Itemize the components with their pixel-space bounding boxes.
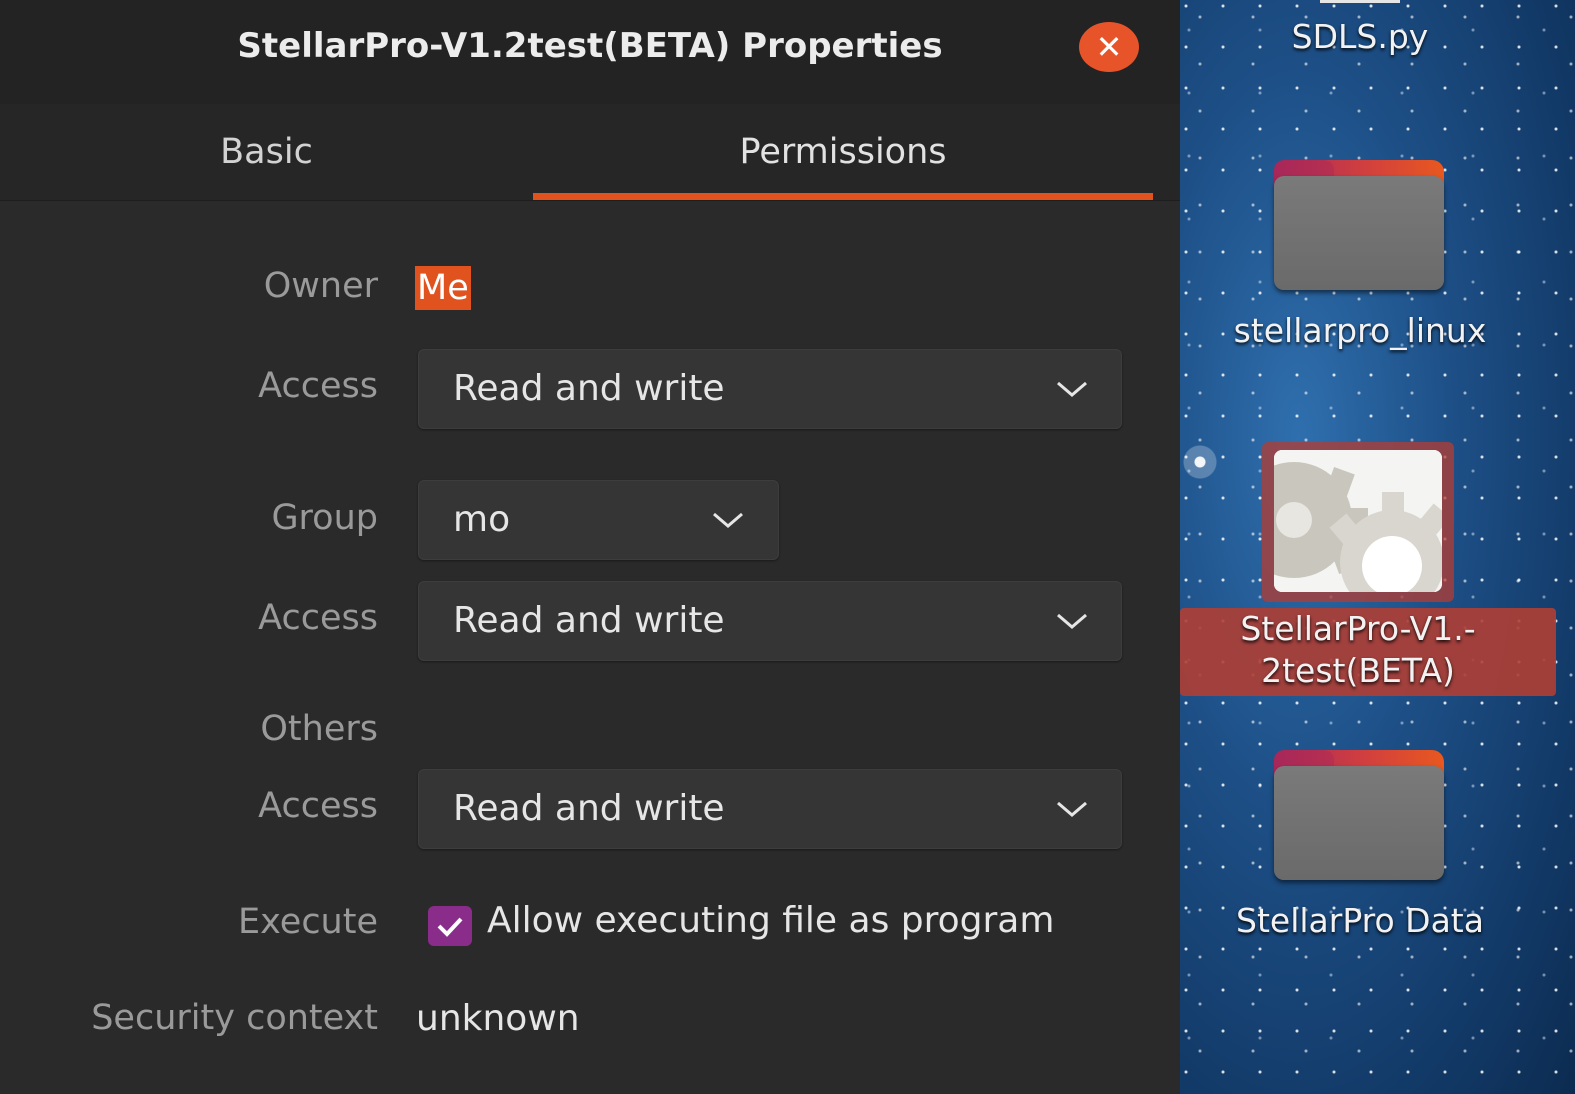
execute-label: Execute	[238, 902, 378, 942]
desktop-icon-stellarpro-beta[interactable]: StellarPro-V1.- 2test(BETA)	[1180, 608, 1536, 692]
security-context-label: Security context	[91, 998, 378, 1038]
title-bar[interactable]: StellarPro-V1.2test(BETA) Properties ✕	[0, 0, 1180, 105]
dialog-title-text: StellarPro-V1.2test(BETA) Properties	[237, 26, 943, 66]
chevron-down-icon	[713, 512, 743, 528]
desktop-icon-stellarpro-data[interactable]: StellarPro Data	[1180, 900, 1540, 942]
properties-dialog: StellarPro-V1.2test(BETA) Properties ✕ B…	[0, 0, 1180, 1094]
owner-label: Owner	[263, 266, 378, 306]
desktop-icon-stellarpro-linux[interactable]: stellarpro_linux	[1180, 310, 1540, 352]
security-context-value: unknown	[416, 998, 580, 1039]
execute-checkbox[interactable]	[428, 906, 472, 946]
owner-access-value: Read and write	[453, 368, 725, 409]
python-file-icon[interactable]	[1320, 0, 1400, 3]
desktop-icon-label-line1: StellarPro-V1.-	[1240, 609, 1476, 648]
desktop: SDLS.py stellarpro_linux StellarPro-V1.-…	[1180, 0, 1575, 1094]
others-access-value: Read and write	[453, 788, 725, 829]
checkmark-icon	[437, 917, 463, 937]
folder-icon[interactable]	[1274, 750, 1444, 880]
group-label: Group	[271, 498, 378, 538]
group-access-label: Access	[258, 598, 378, 638]
tab-basic-label: Basic	[220, 132, 313, 172]
tab-basic[interactable]: Basic	[0, 104, 533, 200]
execute-checkbox-label[interactable]: Allow executing file as program	[487, 900, 1054, 941]
desktop-icon-sdls[interactable]: SDLS.py	[1180, 16, 1540, 58]
desktop-icon-label-line2: 2test(BETA)	[1261, 651, 1455, 690]
others-label: Others	[260, 709, 378, 749]
tab-permissions-label: Permissions	[739, 132, 947, 172]
others-access-dropdown[interactable]: Read and write	[418, 769, 1122, 849]
close-button[interactable]: ✕	[1079, 22, 1139, 72]
group-access-value: Read and write	[453, 600, 725, 641]
owner-access-dropdown[interactable]: Read and write	[418, 349, 1122, 429]
tab-bar: Basic Permissions	[0, 104, 1180, 201]
dialog-title: StellarPro-V1.2test(BETA) Properties	[0, 0, 1180, 92]
others-access-label: Access	[258, 786, 378, 826]
close-icon: ✕	[1095, 28, 1123, 66]
group-value: mo	[453, 499, 511, 540]
chevron-down-icon	[1057, 381, 1087, 397]
executable-gear-icon[interactable]	[1262, 442, 1454, 602]
desktop-icon-label: SDLS.py	[1291, 17, 1429, 56]
tab-permissions[interactable]: Permissions	[533, 104, 1153, 200]
chevron-down-icon	[1057, 801, 1087, 817]
desktop-icon-label: stellarpro_linux	[1233, 311, 1487, 350]
desktop-icon-label: StellarPro Data	[1236, 901, 1484, 940]
folder-icon[interactable]	[1274, 160, 1444, 290]
group-access-dropdown[interactable]: Read and write	[418, 581, 1122, 661]
chevron-down-icon	[1057, 613, 1087, 629]
group-dropdown[interactable]: mo	[418, 480, 779, 560]
owner-value: Me	[415, 266, 471, 310]
owner-access-label: Access	[258, 366, 378, 406]
